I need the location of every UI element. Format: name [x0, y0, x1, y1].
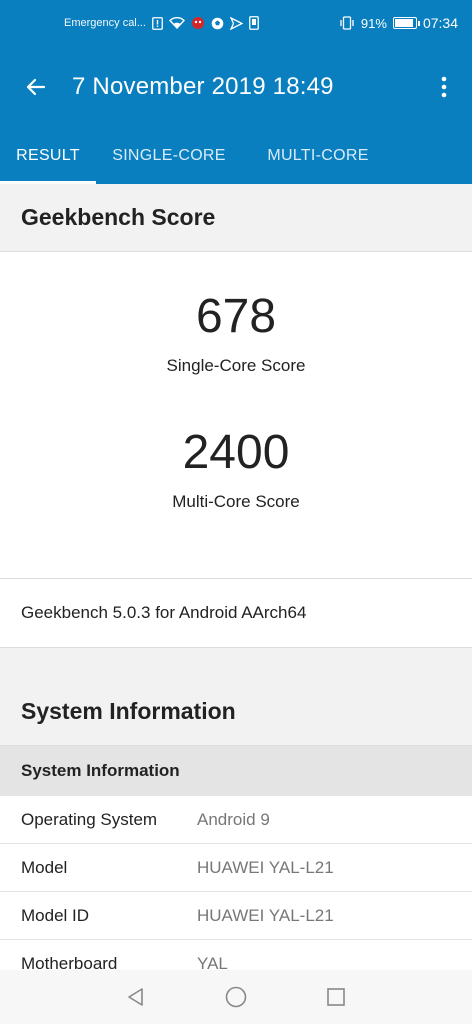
sim-alert-icon [152, 16, 163, 30]
nav-back-button[interactable] [121, 982, 151, 1012]
status-right: 91% 07:34 [339, 15, 458, 31]
info-row: Operating System Android 9 [0, 796, 472, 844]
arrow-left-icon [26, 78, 46, 96]
info-row: Model ID HUAWEI YAL-L21 [0, 892, 472, 940]
info-key: Motherboard [21, 953, 118, 971]
clock-time: 07:34 [422, 15, 458, 31]
info-value: HUAWEI YAL-L21 [197, 905, 334, 925]
square-recents-icon [327, 988, 345, 1006]
circle-home-icon [225, 986, 247, 1008]
single-core-score-value: 678 [195, 290, 277, 343]
battery-percent: 91% [360, 15, 387, 31]
version-row: Geekbench 5.0.3 for Android AArch64 [0, 579, 472, 648]
back-button[interactable] [0, 46, 72, 128]
multi-core-score-value: 2400 [182, 426, 290, 479]
system-info-subheader: System Information [0, 746, 472, 796]
app-screen: Emergency cal... 91% 07:34 7 November 20… [0, 0, 472, 1024]
wifi-icon [168, 17, 185, 29]
score-section-title: Geekbench Score [0, 184, 472, 252]
multi-core-score-block: 2400 Multi-Core Score [0, 376, 472, 512]
info-key: Model [21, 857, 68, 877]
info-row: Motherboard YAL [0, 940, 472, 970]
tab-bar: RESULT SINGLE-CORE MULTI-CORE [0, 128, 472, 184]
system-info-section-title: System Information [0, 678, 472, 746]
soccer-ball-icon [211, 17, 224, 30]
scores-card: 678 Single-Core Score 2400 Multi-Core Sc… [0, 252, 472, 579]
phone-tablet-icon [249, 16, 259, 30]
app-bar: 7 November 2019 18:49 [0, 46, 472, 128]
tab-result[interactable]: RESULT [0, 128, 96, 184]
app-notification-icon [191, 16, 205, 30]
section-spacer [0, 648, 472, 678]
send-icon [229, 16, 243, 30]
info-value: YAL [197, 953, 228, 971]
triangle-back-icon [128, 988, 143, 1006]
status-left: Emergency cal... [64, 16, 259, 30]
scroll-content[interactable]: Geekbench Score 678 Single-Core Score 24… [0, 184, 472, 970]
tab-single-core[interactable]: SINGLE-CORE [96, 128, 242, 184]
more-options-button[interactable] [416, 46, 472, 128]
multi-core-score-label: Multi-Core Score [172, 492, 300, 511]
nav-recents-button[interactable] [321, 982, 351, 1012]
tab-multi-core[interactable]: MULTI-CORE [250, 128, 386, 184]
info-row: Model HUAWEI YAL-L21 [0, 844, 472, 892]
info-key: Operating System [21, 809, 158, 829]
page-title: 7 November 2019 18:49 [72, 73, 334, 100]
nav-home-button[interactable] [221, 982, 251, 1012]
info-value: HUAWEI YAL-L21 [197, 857, 334, 877]
info-key: Model ID [21, 905, 90, 925]
single-core-score-block: 678 Single-Core Score [0, 252, 472, 376]
single-core-score-label: Single-Core Score [166, 356, 306, 375]
status-bar: Emergency cal... 91% 07:34 [0, 0, 472, 46]
info-value: Android 9 [197, 809, 270, 829]
battery-icon [392, 17, 420, 29]
vibrate-icon [339, 16, 355, 30]
system-nav-bar [0, 970, 472, 1024]
more-vertical-icon [441, 76, 447, 98]
carrier-text: Emergency cal... [64, 17, 146, 29]
